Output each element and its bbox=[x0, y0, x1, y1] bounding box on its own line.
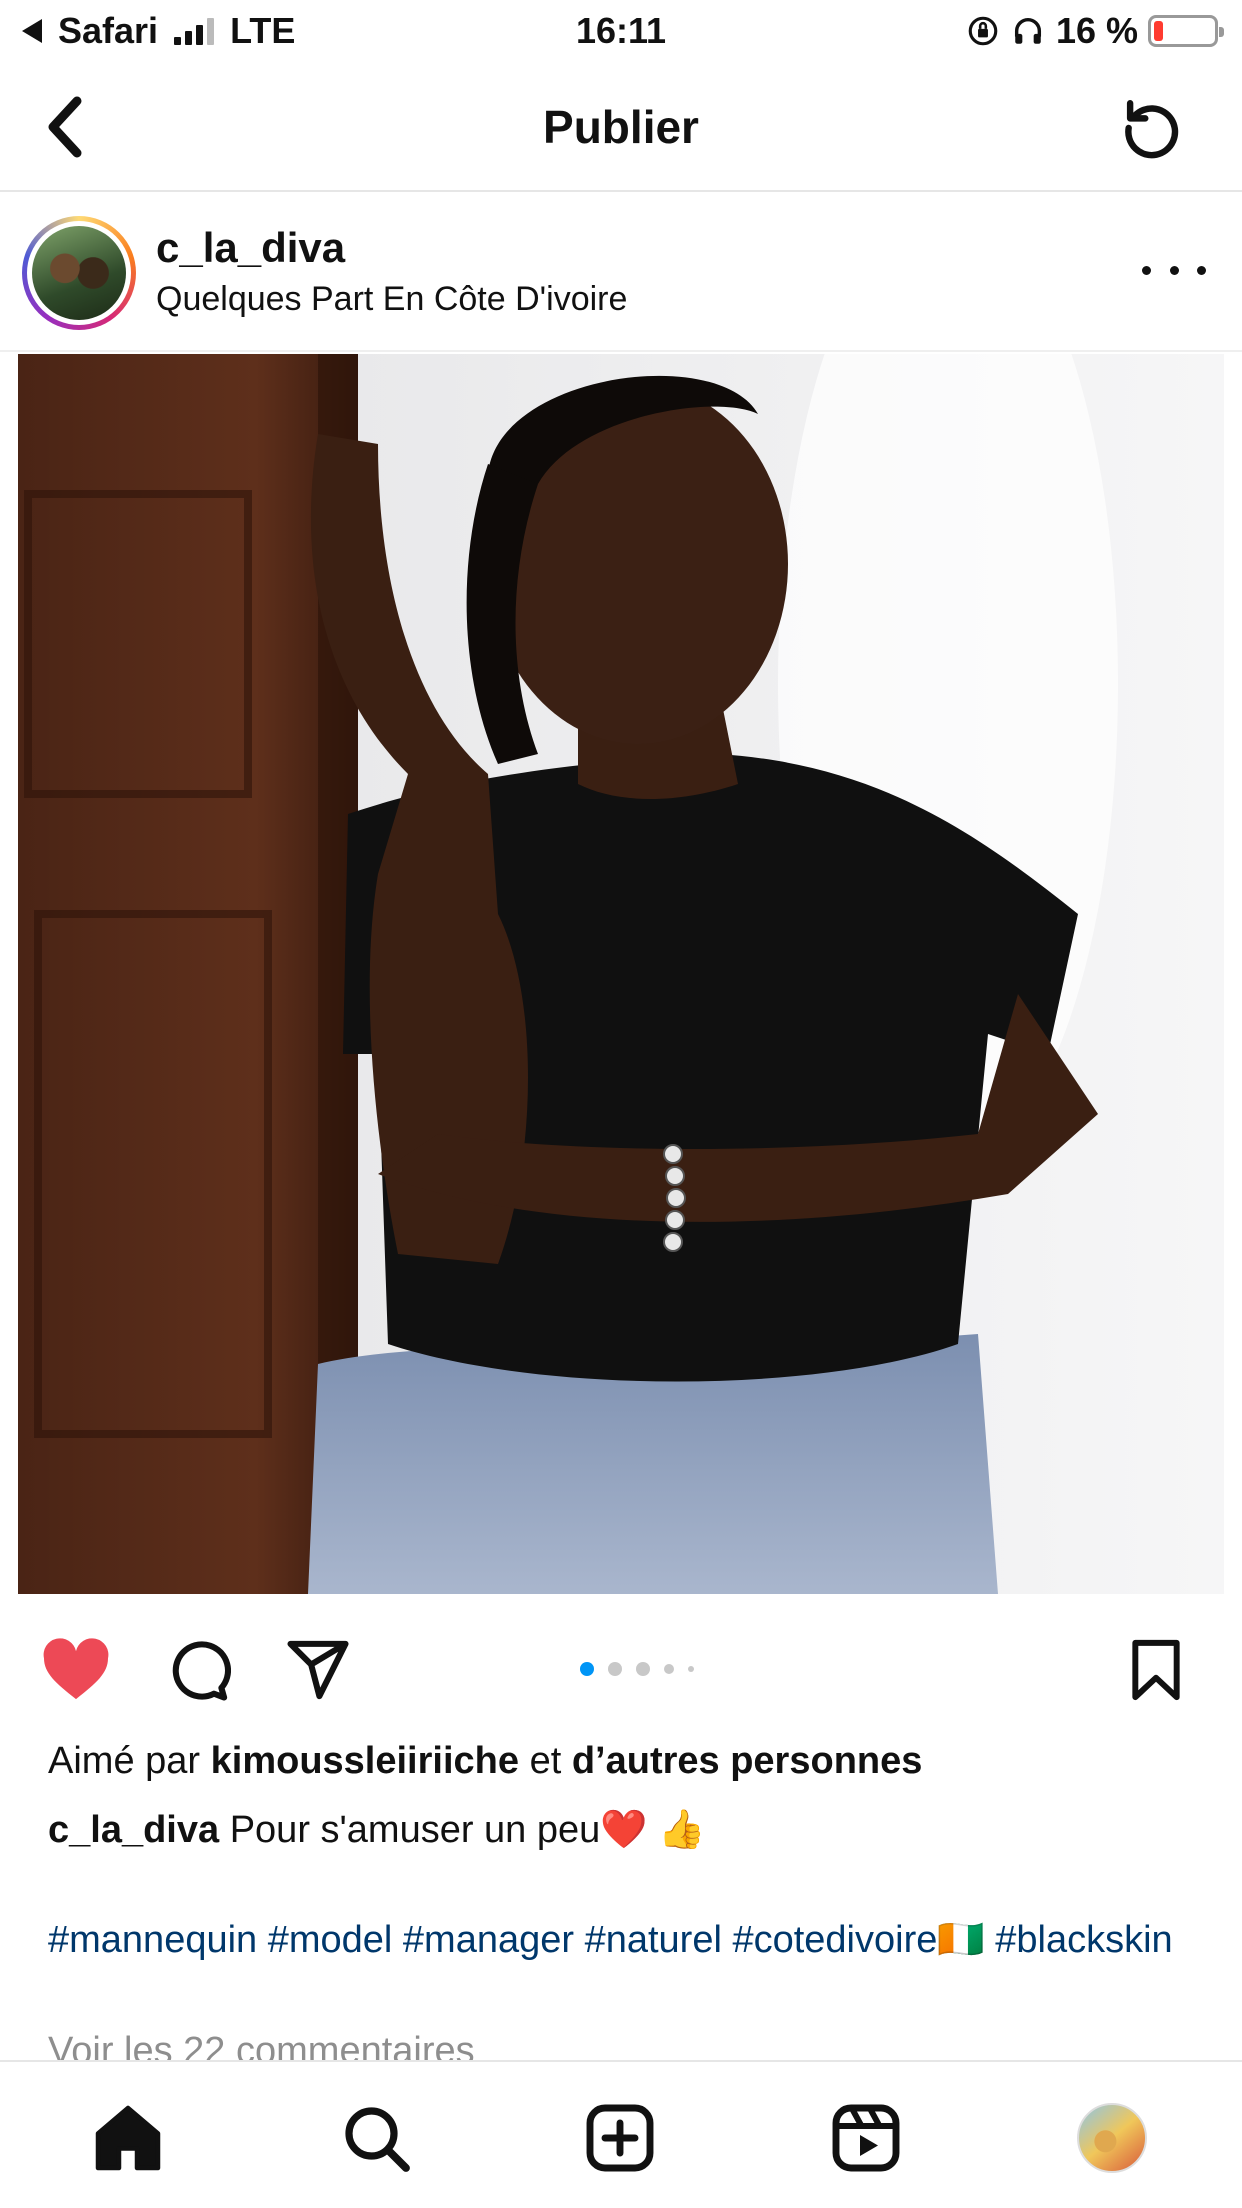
post-photo[interactable] bbox=[18, 354, 1224, 1594]
carousel-dot bbox=[608, 1662, 622, 1676]
chevron-left-icon bbox=[48, 96, 82, 158]
carousel-dot bbox=[636, 1662, 650, 1676]
save-button[interactable] bbox=[1120, 1634, 1192, 1706]
profile-avatar bbox=[1077, 2103, 1147, 2173]
page-title: Publier bbox=[543, 101, 699, 153]
caption-text: Pour s'amuser un peu❤️ 👍 bbox=[229, 1809, 706, 1851]
post-location[interactable]: Quelques Part En Côte D'ivoire bbox=[156, 280, 627, 319]
likes-user[interactable]: kimoussleiiriiche bbox=[211, 1740, 519, 1782]
more-dot-icon bbox=[1142, 265, 1151, 275]
post-hashtags[interactable]: #mannequin #model #manager #naturel #cot… bbox=[48, 1916, 1208, 1964]
reels-icon bbox=[832, 2104, 900, 2172]
likes-others[interactable]: d’autres personnes bbox=[572, 1740, 923, 1782]
tab-home[interactable] bbox=[88, 2098, 168, 2178]
new-post-icon bbox=[586, 2104, 654, 2172]
tab-reels[interactable] bbox=[826, 2098, 906, 2178]
headphones-icon bbox=[1014, 18, 1041, 44]
carousel-dot bbox=[580, 1662, 594, 1676]
heart-filled-icon bbox=[43, 1638, 109, 1700]
status-bar: Safari LTE 16:11 16 % bbox=[0, 0, 1242, 62]
photo-illustration bbox=[18, 354, 1224, 1594]
bookmark-icon bbox=[1132, 1639, 1180, 1701]
share-button[interactable] bbox=[282, 1634, 354, 1706]
post-caption: c_la_diva Pour s'amuser un peu❤️ 👍 bbox=[48, 1808, 705, 1852]
bottom-tab-bar bbox=[0, 2060, 1242, 2208]
carousel-dot bbox=[664, 1664, 674, 1674]
home-icon bbox=[95, 2105, 161, 2171]
post-header: c_la_diva Quelques Part En Côte D'ivoire bbox=[0, 194, 1242, 352]
navigation-bar: Publier bbox=[0, 62, 1242, 192]
refresh-button[interactable] bbox=[1112, 88, 1192, 168]
more-dot-icon bbox=[1169, 265, 1179, 275]
status-right: 16 % bbox=[966, 10, 1224, 52]
comment-button[interactable] bbox=[162, 1634, 234, 1706]
view-comments-link[interactable]: Voir les 22 commentaires bbox=[48, 2030, 475, 2060]
author-avatar[interactable] bbox=[22, 216, 136, 330]
rotate-ccw-icon bbox=[1125, 100, 1179, 159]
likes-summary[interactable]: Aimé par kimoussleiiriiche et d’autres p… bbox=[48, 1740, 922, 1783]
more-options-button[interactable] bbox=[1142, 250, 1206, 290]
battery-percent: 16 % bbox=[1055, 10, 1138, 51]
author-username[interactable]: c_la_diva bbox=[156, 224, 345, 272]
carousel-indicator bbox=[580, 1662, 694, 1676]
avatar-image bbox=[32, 226, 126, 320]
back-button[interactable] bbox=[30, 92, 100, 162]
likes-prefix: Aimé par bbox=[48, 1740, 201, 1782]
tab-search[interactable] bbox=[336, 2098, 416, 2178]
caption-username[interactable]: c_la_diva bbox=[48, 1809, 219, 1851]
post-actions bbox=[0, 1616, 1242, 1716]
more-dot-icon bbox=[1197, 265, 1206, 275]
like-button[interactable] bbox=[40, 1634, 112, 1706]
rotation-lock-icon bbox=[968, 16, 998, 46]
battery-level bbox=[1154, 21, 1164, 41]
battery-icon bbox=[1148, 15, 1224, 47]
paper-plane-icon bbox=[287, 1640, 349, 1700]
comment-icon bbox=[172, 1641, 231, 1701]
carousel-dot bbox=[688, 1666, 694, 1672]
search-icon bbox=[345, 2107, 410, 2172]
tab-new-post[interactable] bbox=[580, 2098, 660, 2178]
tab-profile[interactable] bbox=[1072, 2098, 1152, 2178]
likes-middle: et bbox=[529, 1740, 562, 1782]
